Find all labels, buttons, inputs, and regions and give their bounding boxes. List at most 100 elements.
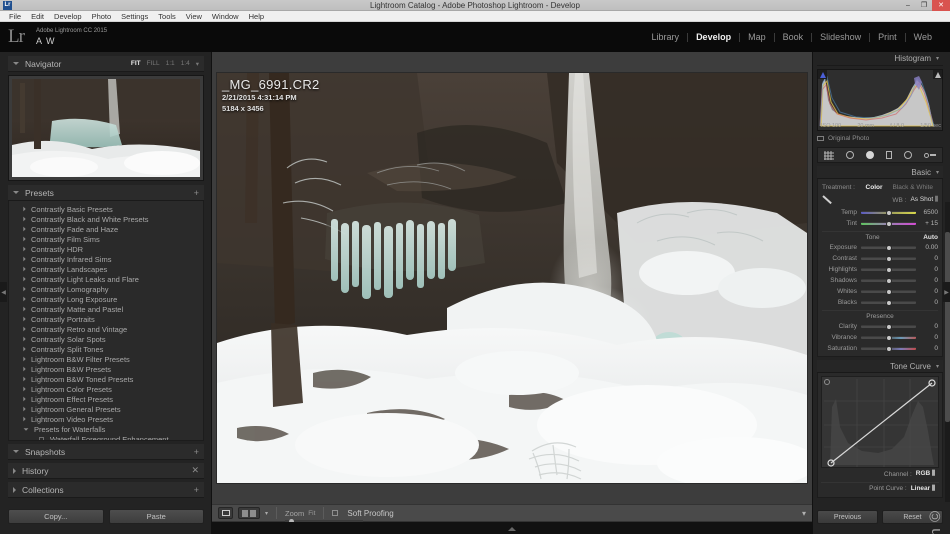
chevron-down-icon[interactable]: ▾ bbox=[936, 363, 939, 370]
chevron-right-icon[interactable] bbox=[23, 326, 26, 332]
slider-clarity[interactable]: Clarity 0 bbox=[822, 321, 938, 332]
chevron-right-icon[interactable] bbox=[23, 276, 26, 282]
chevron-right-icon[interactable] bbox=[23, 246, 26, 252]
module-map[interactable]: Map bbox=[740, 30, 774, 44]
slider-blacks[interactable]: Blacks 0 bbox=[822, 297, 938, 308]
reset-button[interactable]: Reset bbox=[882, 510, 943, 524]
chevron-right-icon[interactable] bbox=[23, 366, 26, 372]
slider-track[interactable] bbox=[861, 334, 916, 341]
chevron-right-icon[interactable] bbox=[23, 266, 26, 272]
preset-group[interactable]: Contrastly Fade and Haze bbox=[9, 224, 203, 234]
original-photo-toggle[interactable]: Original Photo bbox=[817, 133, 943, 144]
chevron-down-icon[interactable]: ▾ bbox=[265, 510, 268, 517]
soft-proofing-checkbox[interactable] bbox=[332, 510, 339, 516]
chevron-down-icon[interactable] bbox=[13, 191, 19, 194]
spot-removal-icon[interactable] bbox=[846, 151, 854, 159]
previous-button[interactable]: Previous bbox=[817, 510, 878, 524]
module-print[interactable]: Print bbox=[870, 30, 905, 44]
photo-preview[interactable]: _MG_6991.CR2 2/21/2015 4:31:14 PM 5184 x… bbox=[217, 73, 807, 483]
chevron-down-icon[interactable] bbox=[13, 450, 19, 453]
chevron-right-icon[interactable] bbox=[23, 236, 26, 242]
preset-group[interactable]: Lightroom B&W Filter Presets bbox=[9, 354, 203, 364]
slider-track[interactable] bbox=[861, 323, 916, 330]
preset-group[interactable]: Contrastly Landscapes bbox=[9, 264, 203, 274]
preset-group[interactable]: Contrastly Film Sims bbox=[9, 234, 203, 244]
preset-checkbox-icon[interactable] bbox=[39, 436, 44, 440]
zoom-fit[interactable]: FIT bbox=[131, 60, 141, 67]
slider-track[interactable] bbox=[861, 277, 916, 284]
chevron-right-icon[interactable] bbox=[23, 346, 26, 352]
preset-group[interactable]: Contrastly Light Leaks and Flare bbox=[9, 274, 203, 284]
chevron-right-icon[interactable] bbox=[23, 316, 26, 322]
slider-exposure[interactable]: Exposure 0.00 bbox=[822, 242, 938, 253]
identity-plate[interactable]: Adobe Lightroom CC 2015 A W bbox=[36, 27, 107, 47]
chevron-right-icon[interactable] bbox=[23, 256, 26, 262]
right-panel-toggle[interactable]: ▶ bbox=[943, 282, 950, 302]
preset-group[interactable]: Contrastly Basic Presets bbox=[9, 204, 203, 214]
tone-curve-header[interactable]: Tone Curve ▾ bbox=[817, 360, 943, 373]
wb-value-dropdown[interactable]: As Shot ⫼ bbox=[910, 196, 938, 204]
preset-item-waterfall-foreground[interactable]: Waterfall Foreground Enhancement bbox=[9, 434, 203, 440]
menu-edit[interactable]: Edit bbox=[26, 11, 49, 22]
chevron-down-icon[interactable]: ▾ bbox=[196, 60, 199, 68]
preset-group[interactable]: Lightroom B&W Presets bbox=[9, 364, 203, 374]
chevron-right-icon[interactable] bbox=[23, 296, 26, 302]
menu-develop[interactable]: Develop bbox=[49, 11, 87, 22]
slider-temp[interactable]: Temp 6500 bbox=[822, 207, 938, 218]
chevron-down-icon[interactable] bbox=[13, 62, 19, 65]
add-collection-button[interactable]: + bbox=[194, 485, 199, 495]
chevron-right-icon[interactable] bbox=[23, 216, 26, 222]
filmstrip-toggle-icon[interactable] bbox=[508, 527, 516, 531]
module-web[interactable]: Web bbox=[906, 30, 940, 44]
histogram-header[interactable]: Histogram ▾ bbox=[817, 52, 943, 66]
chevron-right-icon[interactable] bbox=[23, 396, 26, 402]
snapshots-header[interactable]: Snapshots + bbox=[8, 444, 204, 460]
preset-group[interactable]: Contrastly Lomography bbox=[9, 284, 203, 294]
slider-whites[interactable]: Whites 0 bbox=[822, 286, 938, 297]
chevron-right-icon[interactable] bbox=[23, 376, 26, 382]
slider-track[interactable] bbox=[861, 345, 916, 352]
preset-group[interactable]: Lightroom General Presets bbox=[9, 404, 203, 414]
chevron-down-icon[interactable]: ▾ bbox=[936, 55, 939, 62]
menu-help[interactable]: Help bbox=[244, 11, 269, 22]
graduated-filter-icon[interactable] bbox=[886, 151, 892, 159]
zoom-1-1[interactable]: 1:1 bbox=[166, 60, 175, 67]
chevron-right-icon[interactable] bbox=[23, 206, 26, 212]
module-slideshow[interactable]: Slideshow bbox=[812, 30, 869, 44]
chevron-down-icon[interactable] bbox=[23, 427, 29, 431]
chevron-right-icon[interactable] bbox=[23, 406, 26, 412]
toolbar-chevron-icon[interactable]: ▾ bbox=[802, 509, 806, 518]
slider-highlights[interactable]: Highlights 0 bbox=[822, 264, 938, 275]
treatment-color-option[interactable]: Color bbox=[861, 184, 888, 191]
red-eye-icon[interactable] bbox=[866, 151, 874, 159]
chevron-right-icon[interactable] bbox=[23, 286, 26, 292]
navigator-header[interactable]: Navigator FIT FILL 1:1 1:4 ▾ bbox=[8, 56, 204, 72]
preset-group[interactable]: Contrastly Split Tones bbox=[9, 344, 203, 354]
add-preset-button[interactable]: + bbox=[194, 188, 199, 198]
chevron-right-icon[interactable] bbox=[23, 226, 26, 232]
target-adjustment-tool-icon[interactable] bbox=[824, 379, 830, 385]
slider-track[interactable] bbox=[861, 288, 916, 295]
presets-header[interactable]: Presets + bbox=[8, 185, 204, 201]
chevron-right-icon[interactable] bbox=[23, 336, 26, 342]
slider-track[interactable] bbox=[861, 209, 916, 216]
slider-track[interactable] bbox=[861, 266, 916, 273]
slider-shadows[interactable]: Shadows 0 bbox=[822, 275, 938, 286]
navigator-preview[interactable] bbox=[8, 75, 204, 181]
menu-window[interactable]: Window bbox=[207, 11, 244, 22]
slider-track[interactable] bbox=[861, 244, 916, 251]
zoom-slider-group[interactable]: Zoom Fit bbox=[285, 509, 364, 524]
copy-button[interactable]: Copy... bbox=[8, 509, 104, 524]
preset-group[interactable]: Contrastly HDR bbox=[9, 244, 203, 254]
close-button[interactable]: ✕ bbox=[932, 0, 950, 11]
highlight-clipping-icon[interactable] bbox=[933, 70, 942, 79]
preset-group[interactable]: Contrastly Matte and Pastel bbox=[9, 304, 203, 314]
auto-tone-button[interactable]: Auto bbox=[923, 234, 938, 241]
filmstrip-collapsed[interactable] bbox=[212, 522, 812, 534]
histogram-graph[interactable]: ISO 100 20 mm f / 8.0 1/50 sec bbox=[817, 69, 943, 131]
minimize-button[interactable]: – bbox=[900, 0, 916, 11]
adjustment-brush-icon[interactable] bbox=[924, 152, 936, 158]
slider-track[interactable] bbox=[861, 299, 916, 306]
scrollbar-thumb[interactable] bbox=[945, 232, 950, 422]
chevron-right-icon[interactable] bbox=[23, 386, 26, 392]
